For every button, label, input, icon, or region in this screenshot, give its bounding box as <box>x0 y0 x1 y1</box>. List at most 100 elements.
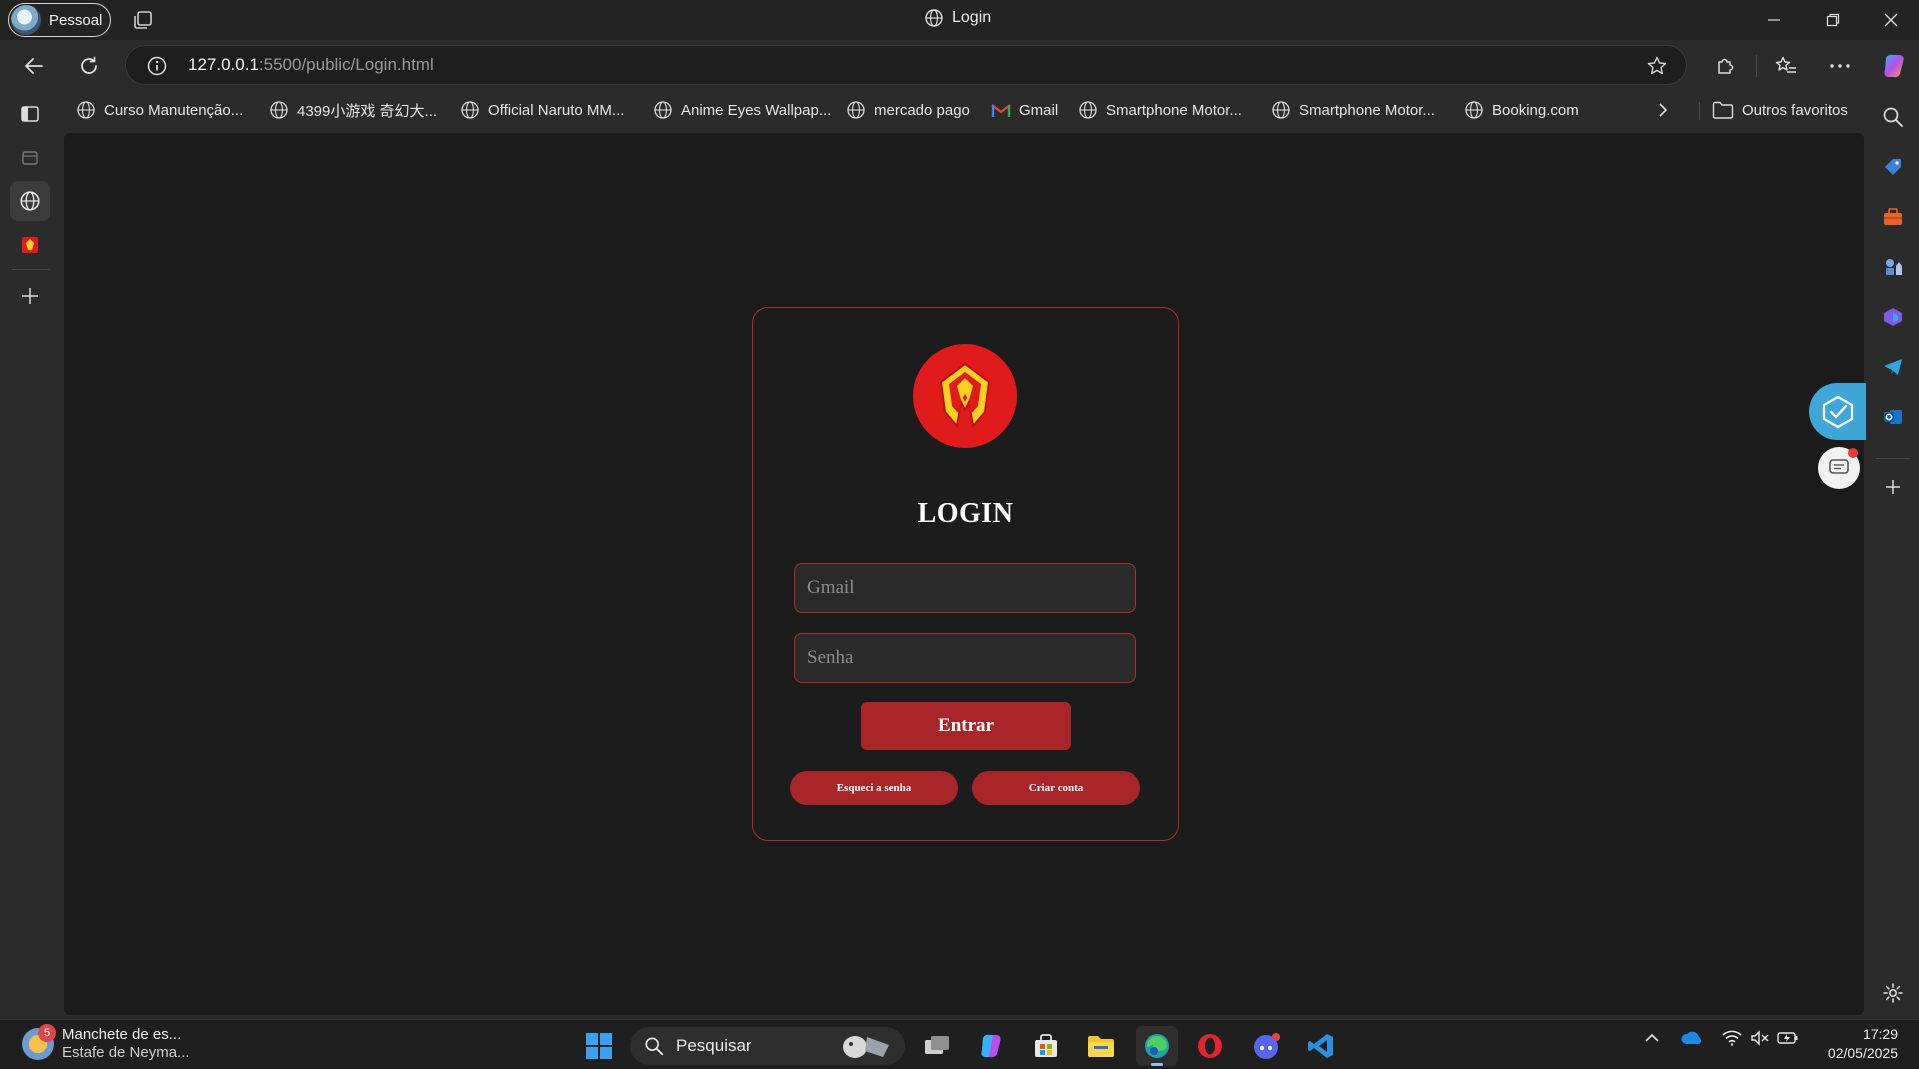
onedrive-tray-icon[interactable] <box>1672 1030 1712 1046</box>
discord-taskbar-button[interactable] <box>1249 1029 1283 1063</box>
sidebar-games-button[interactable] <box>1878 252 1908 282</box>
wifi-icon[interactable] <box>1718 1030 1746 1046</box>
sidebar-tab-item[interactable] <box>14 142 46 174</box>
title-bar: Pessoal Login <box>0 0 1919 40</box>
sidebar-add-button[interactable] <box>1878 472 1908 502</box>
bookmarks-overflow-button[interactable] <box>1656 96 1670 124</box>
vscode-taskbar-button[interactable] <box>1304 1029 1338 1063</box>
sidebar-divider <box>1876 458 1910 459</box>
folder-icon <box>1712 101 1734 119</box>
page-viewport: LOGIN Entrar Esqueci a senha Criar conta <box>64 133 1864 1015</box>
discord-icon <box>1254 1033 1280 1059</box>
password-input[interactable] <box>795 634 1135 682</box>
sidebar-outlook-button[interactable] <box>1878 402 1908 432</box>
other-favorites-folder[interactable]: Outros favoritos <box>1712 96 1848 124</box>
email-input[interactable] <box>795 564 1135 612</box>
favorites-button[interactable] <box>1770 50 1802 82</box>
globe-icon <box>847 101 865 119</box>
spartan-logo-icon <box>22 237 38 253</box>
task-view-icon <box>925 1036 949 1054</box>
start-button[interactable] <box>582 1029 616 1063</box>
address-bar[interactable]: 127.0.0.1:5500/public/Login.html <box>125 45 1687 85</box>
new-tab-button[interactable] <box>14 280 46 312</box>
plus-icon <box>1886 480 1900 494</box>
opera-taskbar-button[interactable] <box>1193 1029 1227 1063</box>
sidebar-tools-button[interactable] <box>1878 202 1908 232</box>
bookmark-item[interactable]: Smartphone Motor... <box>1271 96 1435 124</box>
close-window-button[interactable] <box>1868 6 1914 34</box>
bookmark-item[interactable]: Anime Eyes Wallpap... <box>653 96 831 124</box>
password-field[interactable] <box>794 633 1136 683</box>
task-view-button[interactable] <box>920 1029 954 1063</box>
chevron-right-icon <box>1659 103 1668 117</box>
edge-sidebar <box>1866 90 1919 1020</box>
bookmark-label: Anime Eyes Wallpap... <box>681 101 832 119</box>
folder-icon <box>1088 1036 1114 1057</box>
url-text[interactable]: 127.0.0.1:5500/public/Login.html <box>188 55 434 75</box>
tray-overflow-button[interactable] <box>1638 1033 1666 1043</box>
send-icon <box>1884 359 1902 375</box>
notification-dot <box>1848 448 1858 458</box>
puzzle-icon <box>1718 58 1734 74</box>
edge-taskbar-button[interactable] <box>1136 1026 1178 1066</box>
search-icon <box>645 1037 664 1056</box>
bookmark-item[interactable]: mercado pago <box>846 96 970 124</box>
bookmark-label: Smartphone Motor... <box>1106 101 1242 119</box>
sidebar-tab-active[interactable] <box>10 181 50 221</box>
workspaces-icon[interactable] <box>131 10 155 32</box>
sidebar-settings-button[interactable] <box>1878 978 1908 1008</box>
search-icon <box>1883 107 1903 127</box>
bookmark-item[interactable]: Gmail <box>991 96 1058 124</box>
sidebar-shopping-button[interactable] <box>1878 152 1908 182</box>
windows-icon <box>586 1033 612 1059</box>
file-explorer-button[interactable] <box>1084 1029 1118 1063</box>
helmet-icon <box>939 362 991 429</box>
create-account-button[interactable]: Criar conta <box>972 771 1140 805</box>
bookmark-item[interactable]: Curso Manutenção... <box>76 96 243 124</box>
sidebar-office-button[interactable] <box>1878 302 1908 332</box>
sidebar-divider <box>12 269 50 270</box>
outlook-icon <box>1884 410 1902 424</box>
copilot-button[interactable] <box>1878 50 1910 82</box>
clock[interactable]: 17:29 02/05/2025 <box>1812 1025 1898 1063</box>
store-button[interactable] <box>1029 1029 1063 1063</box>
refresh-icon <box>81 56 97 74</box>
forgot-password-button[interactable]: Esqueci a senha <box>790 771 958 805</box>
more-menu-button[interactable] <box>1824 50 1856 82</box>
volume-muted-icon[interactable] <box>1746 1030 1774 1046</box>
sidebar-tab-item[interactable] <box>14 229 46 261</box>
back-button[interactable] <box>18 50 50 82</box>
sidebar-telegram-button[interactable] <box>1878 352 1908 382</box>
floating-chat-button[interactable] <box>1818 447 1860 489</box>
restore-icon <box>1826 13 1840 27</box>
bookmark-item[interactable]: Booking.com <box>1464 96 1579 124</box>
battery-icon[interactable] <box>1774 1031 1802 1045</box>
globe-icon <box>20 191 40 211</box>
login-submit-button[interactable]: Entrar <box>861 702 1071 750</box>
floating-helper-button[interactable] <box>1809 383 1866 440</box>
bookmark-item[interactable]: 4399小游戏 奇幻大... <box>269 96 437 124</box>
bookmark-label: Booking.com <box>1492 101 1579 119</box>
bookmark-label: mercado pago <box>874 101 970 119</box>
favorite-star-icon[interactable] <box>1646 55 1668 82</box>
login-card: LOGIN Entrar Esqueci a senha Criar conta <box>752 307 1179 841</box>
globe-icon <box>925 9 943 27</box>
news-widget[interactable]: 5 Manchete de es... Estafe de Neyma... <box>22 1024 190 1062</box>
toolbox-icon <box>1884 208 1902 225</box>
sidebar-search-button[interactable] <box>1878 102 1908 132</box>
site-info-icon[interactable] <box>146 55 168 82</box>
tab-actions-button[interactable] <box>14 98 46 130</box>
email-field[interactable] <box>794 563 1136 613</box>
window-title: Login <box>924 8 991 28</box>
restore-button[interactable] <box>1810 6 1856 34</box>
bookmark-item[interactable]: Smartphone Motor... <box>1078 96 1242 124</box>
extensions-button[interactable] <box>1709 50 1741 82</box>
minimize-button[interactable] <box>1751 6 1797 34</box>
copilot-taskbar-button[interactable] <box>974 1029 1008 1063</box>
taskbar-search[interactable]: Pesquisar <box>630 1027 905 1065</box>
search-highlight-icon <box>843 1036 889 1058</box>
bookmarks-divider <box>1699 102 1700 120</box>
bookmark-item[interactable]: Official Naruto MM... <box>460 96 624 124</box>
profile-button[interactable]: Pessoal <box>8 3 111 37</box>
reload-button[interactable] <box>73 50 105 82</box>
